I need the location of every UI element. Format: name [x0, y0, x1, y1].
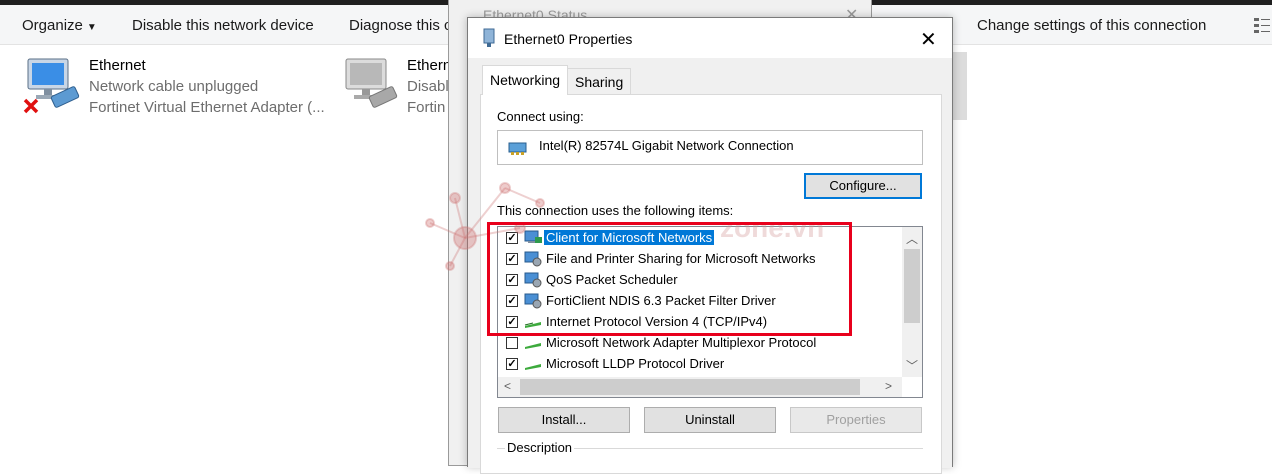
tab-sharing[interactable]: Sharing [567, 68, 632, 94]
horizontal-scrollbar[interactable]: < > [498, 377, 902, 397]
scrollbar-thumb[interactable] [520, 379, 860, 395]
connect-using-label: Connect using: [497, 109, 584, 124]
dialog-titlebar: Ethernet0 Properties ✕ [468, 18, 952, 58]
adapter-name: Ethernet [89, 57, 146, 74]
adapter-device: Fortin [407, 99, 446, 116]
scrollbar-thumb[interactable] [904, 249, 920, 323]
adapter-status: Network cable unplugged [89, 78, 259, 95]
item-checkbox[interactable]: ✓ [506, 358, 518, 370]
protocol-icon [525, 343, 541, 349]
item-label: Microsoft LLDP Protocol Driver [546, 356, 725, 371]
configure-button[interactable]: Configure... [804, 173, 922, 199]
disable-device-button[interactable]: Disable this network device [132, 17, 314, 34]
adapter-status: Disabl [407, 78, 449, 95]
description-group: Description [497, 440, 923, 458]
adapter-field: Intel(R) 82574L Gigabit Network Connecti… [497, 130, 923, 165]
organize-menu[interactable]: Organize ▼ [22, 17, 97, 34]
adapter-text: Ethernet Network cable unplugged Fortine… [89, 55, 325, 118]
change-settings-button[interactable]: Change settings of this connection [977, 17, 1206, 34]
protocol-icon [525, 364, 541, 370]
chevron-up-icon[interactable]: ︿ [906, 230, 918, 247]
install-button[interactable]: Install... [498, 407, 630, 433]
adapter-ethernet[interactable]: Ethernet Network cable unplugged Fortine… [20, 55, 330, 121]
network-card-icon [508, 142, 527, 155]
dialog-title: Ethernet0 Properties [504, 31, 633, 47]
view-options-icon[interactable] [1252, 15, 1272, 35]
uninstall-button[interactable]: Uninstall [644, 407, 776, 433]
chevron-left-icon[interactable]: < [504, 379, 511, 393]
adapter-device: Fortinet Virtual Ethernet Adapter (... [89, 99, 325, 116]
description-label: Description [505, 440, 575, 455]
list-item[interactable]: ✓ Microsoft LLDP Protocol Driver [498, 354, 902, 375]
chevron-right-icon[interactable]: > [885, 379, 892, 393]
properties-button[interactable]: Properties [790, 407, 922, 433]
network-port-icon [483, 28, 495, 47]
item-checkbox[interactable] [506, 337, 518, 349]
diagnose-connection-button[interactable]: Diagnose this c [349, 17, 452, 34]
adapter-ethernet0[interactable]: Ethern Disabl Fortin [338, 55, 451, 121]
list-item[interactable]: Microsoft Network Adapter Multiplexor Pr… [498, 333, 902, 354]
adapter-text: Ethern Disabl Fortin [407, 55, 451, 118]
item-label: Microsoft Network Adapter Multiplexor Pr… [546, 335, 817, 350]
tab-networking[interactable]: Networking [482, 65, 569, 95]
annotation-highlight-box [487, 222, 852, 336]
network-adapter-disabled-icon [345, 58, 398, 108]
vertical-scrollbar[interactable]: ︿ ﹀ [902, 227, 922, 377]
close-icon[interactable]: ✕ [920, 27, 937, 52]
adapter-field-value: Intel(R) 82574L Gigabit Network Connecti… [539, 138, 794, 153]
adapter-name: Ethern [407, 57, 452, 74]
disconnected-x-icon [23, 98, 39, 114]
chevron-down-icon[interactable]: ﹀ [906, 357, 918, 374]
chevron-down-icon: ▼ [86, 22, 97, 33]
